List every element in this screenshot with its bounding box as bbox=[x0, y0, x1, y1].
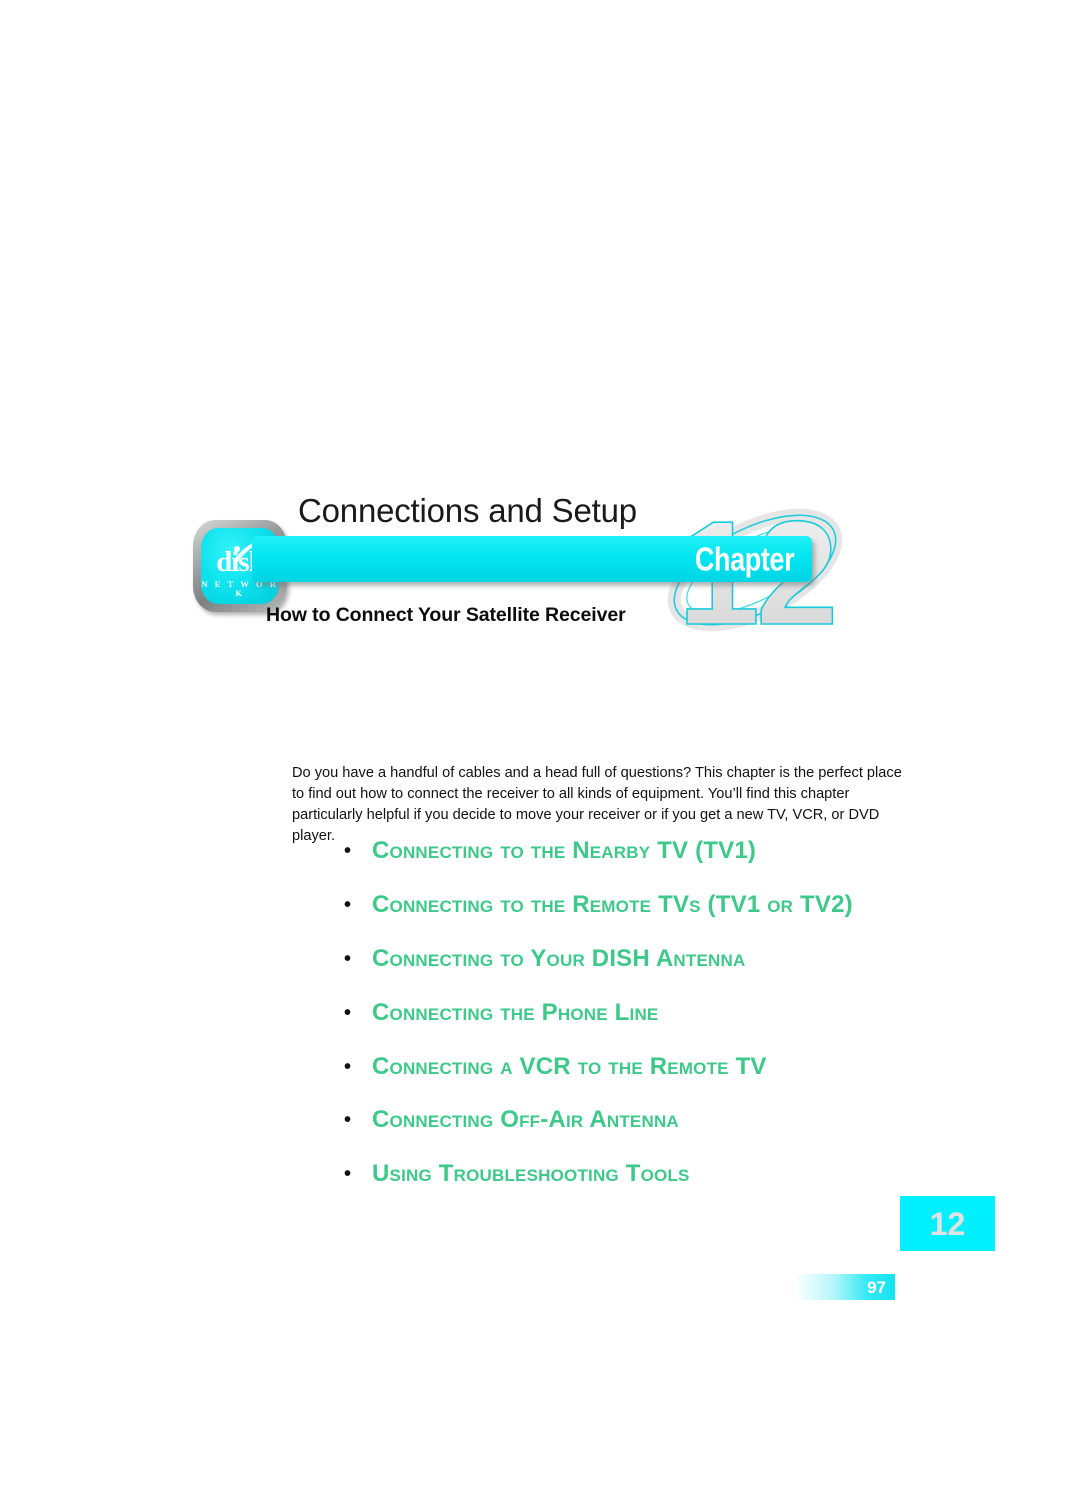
topic-item[interactable]: Connecting to the Remote TVs (TV1 or TV2… bbox=[336, 891, 936, 919]
topic-item[interactable]: Connecting a VCR to the Remote TV bbox=[336, 1053, 936, 1081]
topic-item[interactable]: Connecting to Your DISH Antenna bbox=[336, 945, 936, 973]
intro-paragraph: Do you have a handful of cables and a he… bbox=[292, 764, 902, 844]
chapter-topics-list: Connecting to the Nearby TV (TV1) Connec… bbox=[336, 837, 936, 1215]
chapter-edge-tab: 12 bbox=[900, 1196, 995, 1251]
page-title: Connections and Setup bbox=[298, 492, 637, 529]
logo-dot-icon bbox=[234, 546, 240, 552]
topic-item[interactable]: Connecting to the Nearby TV (TV1) bbox=[336, 837, 936, 865]
chapter-masthead: 12 dish N E T W O R K Connections and Se… bbox=[190, 492, 850, 657]
page-number-bar: 97 bbox=[795, 1274, 895, 1300]
logo-sub-wordmark: N E T W O R K bbox=[201, 579, 279, 598]
topic-item[interactable]: Using Troubleshooting Tools bbox=[336, 1160, 936, 1188]
chapter-subtitle: How to Connect Your Satellite Receiver bbox=[266, 604, 626, 626]
topic-item[interactable]: Connecting the Phone Line bbox=[336, 999, 936, 1027]
topic-item[interactable]: Connecting Off-Air Antenna bbox=[336, 1106, 936, 1134]
document-page: 12 dish N E T W O R K Connections and Se… bbox=[0, 0, 1080, 1512]
page-number: 97 bbox=[867, 1277, 886, 1297]
chapter-tab-number: 12 bbox=[929, 1205, 966, 1242]
chapter-banner-bar: Chapter bbox=[252, 536, 812, 582]
chapter-banner-label: Chapter bbox=[694, 540, 795, 578]
